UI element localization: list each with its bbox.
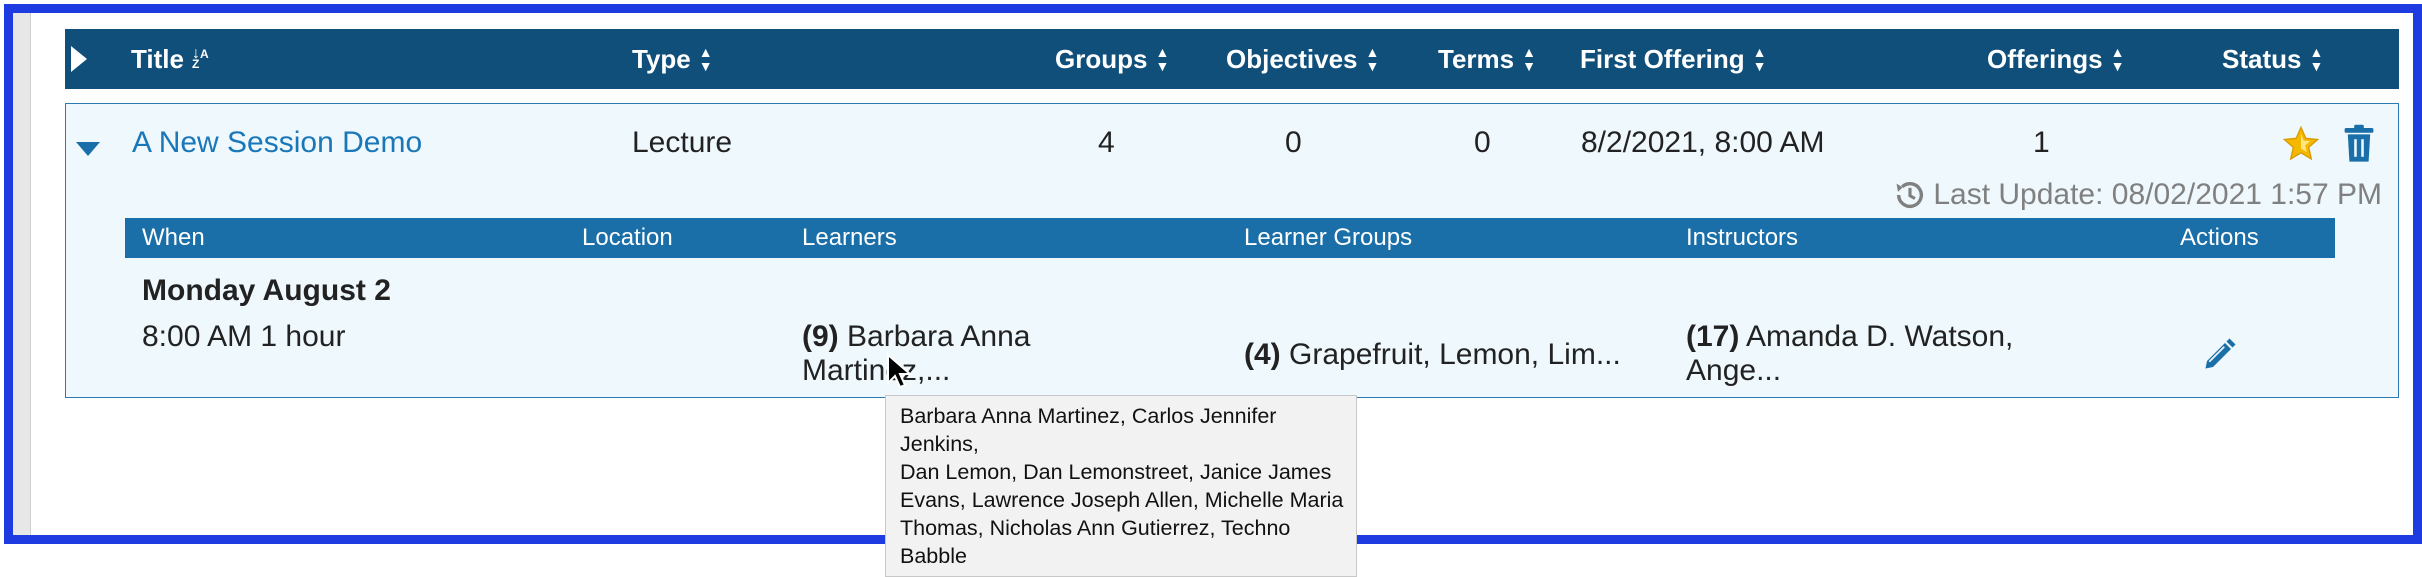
column-status-label: Status [2222,43,2302,74]
offerings-header-instructors: Instructors [1686,224,1799,251]
collapse-icon[interactable] [76,142,100,156]
column-title-label: Title [131,43,184,74]
session-type: Lecture [632,126,733,159]
column-status[interactable]: Status ▲ ▼ [2222,29,2323,89]
sort-icon: ▲ ▼ [698,44,713,74]
offering-time: 8:00 AM 1 hour [142,320,346,353]
session-groups: 4 [1098,126,1115,159]
mouse-cursor-icon [887,353,912,389]
offerings-header-learner-groups: Learner Groups [1244,224,1413,251]
column-terms-label: Terms [1438,43,1515,74]
learners-tooltip: Barbara Anna Martinez, Carlos Jennifer J… [885,395,1357,577]
star-icon[interactable] [2281,124,2321,164]
left-gutter [13,13,31,535]
column-groups[interactable]: Groups ▲ ▼ [1055,29,1169,89]
offering-instructors[interactable]: (17) Amanda D. Watson, Ange... [1686,320,2013,388]
session-terms: 0 [1474,126,1491,159]
last-update: Last Update: 08/02/2021 1:57 PM [1893,178,2382,212]
column-first-offering[interactable]: First Offering ▲ ▼ [1580,29,1767,89]
learners-count: (9) [802,320,839,353]
column-type[interactable]: Type ▲ ▼ [632,29,713,89]
groups-count: (4) [1244,338,1281,371]
instructors-line2: Ange... [1686,354,1782,387]
expand-all-icon[interactable] [71,46,87,72]
session-first-offering: 8/2/2021, 8:00 AM [1581,126,1825,159]
offerings-header-location: Location [582,224,673,251]
column-type-label: Type [632,43,691,74]
column-offerings[interactable]: Offerings ▲ ▼ [1987,29,2124,89]
sort-icon: ▲ ▼ [1522,44,1536,74]
sort-icon: ▲ ▼ [2110,44,2125,74]
column-title[interactable]: Title ↓A Z [131,29,209,89]
tooltip-line: Evans, Lawrence Joseph Allen, Michelle M… [900,488,1344,512]
pencil-icon[interactable] [2201,337,2237,373]
window-frame: Title ↓A Z Type ▲ ▼ Groups ▲ ▼ Objectives ▲… [4,4,2422,577]
offerings-header-when: When [142,224,205,251]
groups-text: Grapefruit, Lemon, Lim... [1289,338,1621,371]
sessions-table: Title ↓A Z Type ▲ ▼ Groups ▲ ▼ Objectives ▲… [65,29,2399,398]
offerings-header: When Location Learners Learner Groups In… [125,218,2335,258]
offerings-header-learners: Learners [802,224,897,251]
column-offerings-label: Offerings [1987,43,2103,74]
session-title-link[interactable]: A New Session Demo [132,126,422,160]
column-groups-label: Groups [1055,43,1148,74]
offering-date: Monday August 2 [142,274,391,307]
column-objectives-label: Objectives [1226,43,1358,74]
trash-icon[interactable] [2343,124,2375,164]
session-title[interactable]: A New Session Demo [132,126,422,159]
sort-icon: ▲ ▼ [1155,44,1170,74]
instructors-count: (17) [1686,320,1740,353]
offering-learners[interactable]: (9) Barbara Anna Martinez,... [802,320,1031,388]
column-objectives[interactable]: Objectives ▲ ▼ [1226,29,1379,89]
sort-desc-icon: ↓A Z [191,45,209,71]
last-update-text: Last Update: 08/02/2021 1:57 PM [1933,178,2382,211]
offering-learner-groups[interactable]: (4) Grapefruit, Lemon, Lim... [1244,338,1621,372]
history-icon [1896,181,1924,208]
learners-line1: Barbara Anna [847,320,1031,353]
column-terms[interactable]: Terms ▲ ▼ [1438,29,1536,89]
tooltip-line: Dan Lemon, Dan Lemonstreet, Janice James [900,460,1332,484]
offerings-header-actions: Actions [2180,224,2259,251]
tooltip-line: Barbara Anna Martinez, Carlos Jennifer J… [900,404,1277,456]
sort-icon: ▲ ▼ [1365,44,1380,74]
sort-icon: ▲ ▼ [2309,44,2324,74]
column-first-offering-label: First Offering [1580,43,1745,74]
table-header: Title ↓A Z Type ▲ ▼ Groups ▲ ▼ Objectives ▲… [65,29,2399,89]
learners-line2: Martinez,... [802,354,951,387]
session-objectives: 0 [1285,126,1302,159]
tooltip-line: Thomas, Nicholas Ann Gutierrez, Techno B… [900,516,1291,568]
instructors-line1: Amanda D. Watson, [1746,320,2014,353]
session-offerings: 1 [2033,126,2050,159]
sort-icon: ▲ ▼ [1752,44,1767,74]
table-row: A New Session Demo Lecture 4 0 0 8/2/202… [65,103,2399,398]
